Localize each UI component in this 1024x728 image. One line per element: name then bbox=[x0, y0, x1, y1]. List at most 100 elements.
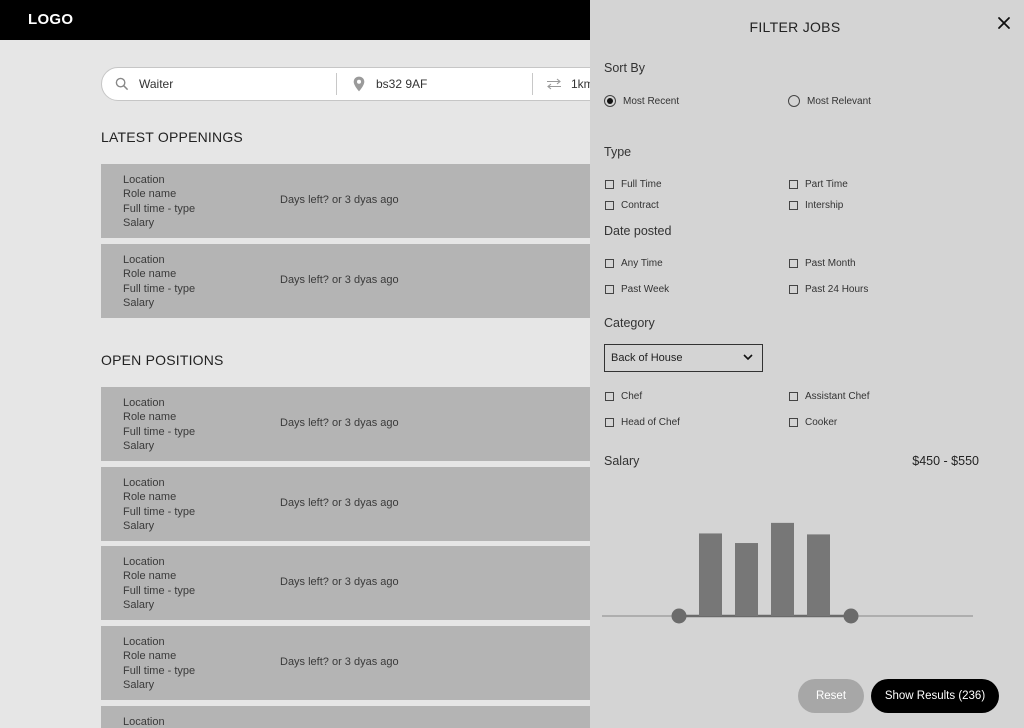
job-salary: Salary bbox=[123, 217, 155, 230]
salary-histogram[interactable] bbox=[602, 510, 974, 626]
show-results-button[interactable]: Show Results (236) bbox=[871, 679, 999, 713]
checkbox[interactable] bbox=[605, 259, 614, 268]
job-location: Location bbox=[123, 716, 165, 728]
sort-option-label: Most Relevant bbox=[807, 95, 871, 107]
keyword-field[interactable]: Waiter bbox=[114, 68, 173, 100]
sort-option-label: Most Recent bbox=[623, 95, 680, 107]
checkbox-label: Part Time bbox=[805, 179, 848, 190]
checkbox[interactable] bbox=[789, 201, 798, 210]
job-card[interactable]: Location Role name Full time - type Sala… bbox=[101, 164, 601, 238]
sort-most-recent[interactable]: Most Recent bbox=[604, 95, 679, 107]
checkbox-label: Cooker bbox=[805, 417, 838, 428]
filter-panel-title: FILTER JOBS bbox=[749, 19, 841, 35]
checkbox-label: Head of Chef bbox=[621, 417, 680, 428]
type-label: Type bbox=[604, 145, 632, 159]
checkbox[interactable] bbox=[789, 259, 798, 268]
job-salary: Salary bbox=[123, 440, 155, 453]
divider bbox=[532, 73, 533, 95]
checkbox[interactable] bbox=[605, 392, 614, 401]
date-any-time[interactable]: Any Time bbox=[605, 258, 663, 269]
sort-by-label: Sort By bbox=[604, 61, 645, 75]
checkbox-label: Past Week bbox=[621, 284, 670, 295]
location-field[interactable]: bs32 9AF bbox=[351, 68, 427, 100]
job-card[interactable]: Location Role name Full time - type Sala… bbox=[101, 626, 601, 700]
job-type: Full time - type bbox=[123, 664, 196, 677]
divider bbox=[336, 73, 337, 95]
close-icon[interactable] bbox=[995, 14, 1013, 32]
checkbox[interactable] bbox=[789, 418, 798, 427]
job-card[interactable]: Location bbox=[101, 706, 601, 728]
checkbox-label: Contract bbox=[621, 200, 659, 211]
date-past-24-hours[interactable]: Past 24 Hours bbox=[789, 284, 868, 295]
job-card[interactable]: Location Role name Full time - type Sala… bbox=[101, 467, 601, 541]
latest-openings-title: LATEST OPPENINGS bbox=[101, 129, 243, 145]
job-salary: Salary bbox=[123, 599, 155, 612]
job-role: Role name bbox=[123, 570, 177, 583]
histogram-bar bbox=[771, 522, 794, 616]
salary-label: Salary bbox=[604, 454, 640, 468]
salary-range-value: $450 - $550 bbox=[912, 454, 979, 468]
job-card[interactable]: Location Role name Full time - type Sala… bbox=[101, 546, 601, 620]
job-salary: Salary bbox=[123, 297, 155, 310]
job-days: Days left? or 3 dyas ago bbox=[280, 656, 399, 668]
job-card[interactable]: Location Role name Full time - type Sala… bbox=[101, 244, 601, 318]
job-location: Location bbox=[123, 636, 165, 648]
job-location: Location bbox=[123, 556, 165, 568]
category-label: Category bbox=[604, 316, 655, 330]
salary-min-handle[interactable] bbox=[671, 608, 687, 624]
open-positions-title: OPEN POSITIONS bbox=[101, 352, 224, 368]
checkbox-label: Intership bbox=[805, 200, 844, 211]
checkbox[interactable] bbox=[605, 201, 614, 210]
checkbox[interactable] bbox=[789, 392, 798, 401]
job-type: Full time - type bbox=[123, 425, 196, 438]
checkbox-label: Assistant Chef bbox=[805, 391, 870, 402]
job-salary: Salary bbox=[123, 679, 155, 692]
type-part-time[interactable]: Part Time bbox=[789, 179, 848, 190]
histogram-bar bbox=[699, 533, 722, 616]
job-role: Role name bbox=[123, 650, 177, 663]
sort-most-relevant[interactable]: Most Relevant bbox=[788, 95, 871, 107]
checkbox-label: Past Month bbox=[805, 258, 856, 269]
job-role: Role name bbox=[123, 268, 177, 281]
checkbox-label: Chef bbox=[621, 391, 643, 402]
distance-field[interactable]: 1km bbox=[546, 68, 594, 100]
job-type: Full time - type bbox=[123, 505, 196, 518]
logo[interactable]: LOGO bbox=[28, 11, 73, 28]
radio-unselected[interactable] bbox=[788, 95, 800, 107]
location-pin-icon bbox=[351, 76, 367, 92]
type-contract[interactable]: Contract bbox=[605, 200, 659, 211]
category-head-of-chef[interactable]: Head of Chef bbox=[605, 417, 680, 428]
type-full-time[interactable]: Full Time bbox=[605, 179, 662, 190]
date-past-week[interactable]: Past Week bbox=[605, 284, 669, 295]
search-icon bbox=[114, 76, 130, 92]
checkbox[interactable] bbox=[605, 418, 614, 427]
job-role: Role name bbox=[123, 411, 177, 424]
distance-arrows-icon bbox=[546, 76, 562, 92]
search-bar: Waiter bs32 9AF 1km bbox=[101, 67, 621, 101]
job-type: Full time - type bbox=[123, 584, 196, 597]
radio-selected[interactable] bbox=[604, 95, 616, 107]
job-days: Days left? or 3 dyas ago bbox=[280, 417, 399, 429]
date-past-month[interactable]: Past Month bbox=[789, 258, 856, 269]
checkbox-label: Full Time bbox=[621, 179, 662, 190]
category-assistant-chef[interactable]: Assistant Chef bbox=[789, 391, 869, 402]
category-cooker[interactable]: Cooker bbox=[789, 417, 837, 428]
date-posted-label: Date posted bbox=[604, 224, 672, 238]
job-location: Location bbox=[123, 397, 165, 409]
checkbox[interactable] bbox=[605, 285, 614, 294]
checkbox[interactable] bbox=[789, 180, 798, 189]
job-days: Days left? or 3 dyas ago bbox=[280, 497, 399, 509]
job-type: Full time - type bbox=[123, 202, 196, 215]
checkbox[interactable] bbox=[605, 180, 614, 189]
checkbox-label: Any Time bbox=[621, 258, 663, 269]
type-intership[interactable]: Intership bbox=[789, 200, 843, 211]
job-card[interactable]: Location Role name Full time - type Sala… bbox=[101, 387, 601, 461]
job-type: Full time - type bbox=[123, 282, 196, 295]
job-location: Location bbox=[123, 477, 165, 489]
category-chef[interactable]: Chef bbox=[605, 391, 642, 402]
checkbox[interactable] bbox=[789, 285, 798, 294]
histogram-bar bbox=[735, 543, 758, 616]
reset-button[interactable]: Reset bbox=[798, 679, 864, 713]
salary-max-handle[interactable] bbox=[843, 608, 859, 624]
category-select[interactable]: Back of House bbox=[604, 344, 763, 372]
